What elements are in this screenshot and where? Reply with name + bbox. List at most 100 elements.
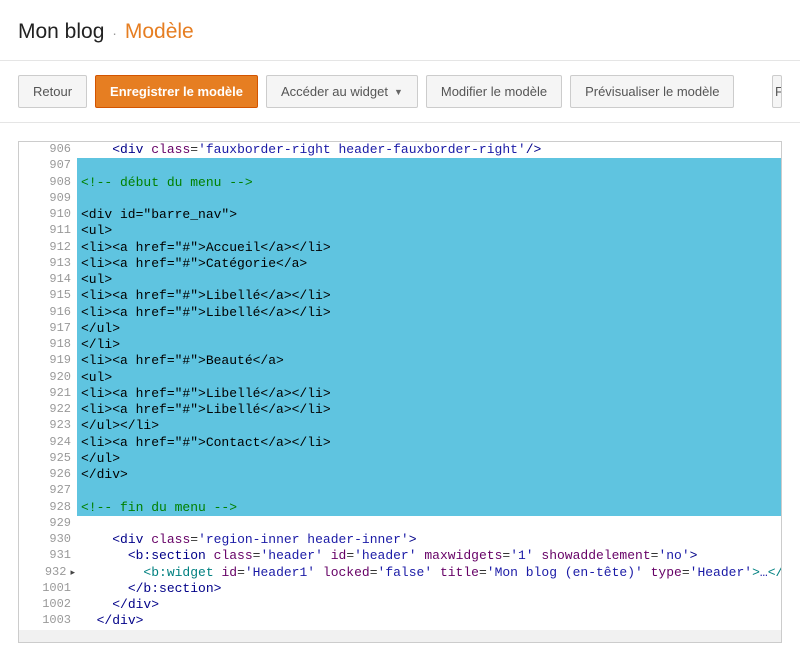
code-line[interactable]: 910<div id="barre_nav"> xyxy=(19,207,781,223)
code-line[interactable]: 931 <b:section class='header' id='header… xyxy=(19,548,781,564)
page-header: Mon blog · Modèle xyxy=(0,0,800,60)
code-line[interactable]: 916<li><a href="#">Libellé</a></li> xyxy=(19,305,781,321)
code-content[interactable] xyxy=(77,158,781,174)
line-number: 914 xyxy=(19,272,77,288)
line-number: 926 xyxy=(19,467,77,483)
code-content[interactable] xyxy=(77,483,781,499)
code-content[interactable]: <!-- début du menu --> xyxy=(77,175,781,191)
code-content[interactable]: <b:section class='header' id='header' ma… xyxy=(77,548,781,564)
code-line[interactable]: 923</ul></li> xyxy=(19,418,781,434)
line-number: 927 xyxy=(19,483,77,499)
code-line[interactable]: 918</li> xyxy=(19,337,781,353)
chevron-down-icon: ▼ xyxy=(394,87,403,97)
line-number: 908 xyxy=(19,175,77,191)
code-line[interactable]: 914<ul> xyxy=(19,272,781,288)
code-content[interactable] xyxy=(77,191,781,207)
code-content[interactable]: <li><a href="#">Catégorie</a> xyxy=(77,256,781,272)
line-number: 1001 xyxy=(19,581,77,597)
code-content[interactable]: </li> xyxy=(77,337,781,353)
code-line[interactable]: 913<li><a href="#">Catégorie</a> xyxy=(19,256,781,272)
code-content[interactable]: <li><a href="#">Contact</a></li> xyxy=(77,435,781,451)
line-number: 931 xyxy=(19,548,77,564)
code-editor[interactable]: 906 <div class='fauxborder-right header-… xyxy=(18,141,782,643)
code-content[interactable]: </ul></li> xyxy=(77,418,781,434)
code-content[interactable]: </div> xyxy=(77,467,781,483)
code-content[interactable]: <ul> xyxy=(77,272,781,288)
code-line[interactable]: 919<li><a href="#">Beauté</a> xyxy=(19,353,781,369)
horizontal-scrollbar[interactable] xyxy=(19,630,781,642)
code-line[interactable]: 911<ul> xyxy=(19,223,781,239)
code-content[interactable] xyxy=(77,516,781,532)
code-content[interactable]: <div class='fauxborder-right header-faux… xyxy=(77,142,781,158)
code-content[interactable]: </ul> xyxy=(77,321,781,337)
code-content[interactable]: </ul> xyxy=(77,451,781,467)
right-cut-button[interactable]: F xyxy=(772,75,782,108)
code-content[interactable]: <ul> xyxy=(77,370,781,386)
code-content[interactable]: </div> xyxy=(77,613,781,629)
code-content[interactable]: <li><a href="#">Libellé</a></li> xyxy=(77,386,781,402)
widget-button-label: Accéder au widget xyxy=(281,84,388,99)
code-line[interactable]: 907 xyxy=(19,158,781,174)
code-content[interactable]: <li><a href="#">Libellé</a></li> xyxy=(77,288,781,304)
line-number: 921 xyxy=(19,386,77,402)
code-line[interactable]: 909 xyxy=(19,191,781,207)
line-number: 906 xyxy=(19,142,77,158)
code-line[interactable]: 921<li><a href="#">Libellé</a></li> xyxy=(19,386,781,402)
line-number: 918 xyxy=(19,337,77,353)
code-line[interactable]: 917</ul> xyxy=(19,321,781,337)
line-number: 922 xyxy=(19,402,77,418)
code-content[interactable]: </div> xyxy=(77,597,781,613)
save-template-button[interactable]: Enregistrer le modèle xyxy=(95,75,258,108)
line-number: 909 xyxy=(19,191,77,207)
line-number: 911 xyxy=(19,223,77,239)
code-line[interactable]: 932 <b:widget id='Header1' locked='false… xyxy=(19,565,781,581)
code-content[interactable]: </b:section> xyxy=(77,581,781,597)
code-line[interactable]: 922<li><a href="#">Libellé</a></li> xyxy=(19,402,781,418)
code-line[interactable]: 927 xyxy=(19,483,781,499)
code-line[interactable]: 924<li><a href="#">Contact</a></li> xyxy=(19,435,781,451)
line-number: 924 xyxy=(19,435,77,451)
code-line[interactable]: 915<li><a href="#">Libellé</a></li> xyxy=(19,288,781,304)
line-number: 929 xyxy=(19,516,77,532)
code-content[interactable]: <!-- fin du menu --> xyxy=(77,500,781,516)
code-line[interactable]: 906 <div class='fauxborder-right header-… xyxy=(19,142,781,158)
edit-template-button[interactable]: Modifier le modèle xyxy=(426,75,562,108)
code-line[interactable]: 930 <div class='region-inner header-inne… xyxy=(19,532,781,548)
line-number: 920 xyxy=(19,370,77,386)
line-number: 910 xyxy=(19,207,77,223)
widget-dropdown-button[interactable]: Accéder au widget ▼ xyxy=(266,75,418,108)
code-content[interactable]: <li><a href="#">Libellé</a></li> xyxy=(77,402,781,418)
code-line[interactable]: 920<ul> xyxy=(19,370,781,386)
toolbar: Retour Enregistrer le modèle Accéder au … xyxy=(0,60,800,123)
code-line[interactable]: 925</ul> xyxy=(19,451,781,467)
code-content[interactable]: <li><a href="#">Accueil</a></li> xyxy=(77,240,781,256)
line-number: 907 xyxy=(19,158,77,174)
code-line[interactable]: 1002 </div> xyxy=(19,597,781,613)
code-line[interactable]: 929 xyxy=(19,516,781,532)
line-number: 928 xyxy=(19,500,77,516)
code-line[interactable]: 912<li><a href="#">Accueil</a></li> xyxy=(19,240,781,256)
code-line[interactable]: 1001 </b:section> xyxy=(19,581,781,597)
code-line[interactable]: 908<!-- début du menu --> xyxy=(19,175,781,191)
code-content[interactable]: <li><a href="#">Beauté</a> xyxy=(77,353,781,369)
code-content[interactable]: <li><a href="#">Libellé</a></li> xyxy=(77,305,781,321)
line-number: 925 xyxy=(19,451,77,467)
code-content[interactable]: <div id="barre_nav"> xyxy=(77,207,781,223)
preview-template-button[interactable]: Prévisualiser le modèle xyxy=(570,75,734,108)
code-line[interactable]: 928<!-- fin du menu --> xyxy=(19,500,781,516)
code-line[interactable]: 926</div> xyxy=(19,467,781,483)
blog-title: Mon blog xyxy=(18,20,104,43)
line-number: 912 xyxy=(19,240,77,256)
code-line[interactable]: 1003 </div> xyxy=(19,613,781,629)
line-number: 923 xyxy=(19,418,77,434)
line-number: 930 xyxy=(19,532,77,548)
title-sep: · xyxy=(112,25,117,41)
line-number: 932 xyxy=(19,565,77,581)
line-number: 1003 xyxy=(19,613,77,629)
code-content[interactable]: <ul> xyxy=(77,223,781,239)
back-button[interactable]: Retour xyxy=(18,75,87,108)
code-content[interactable]: <b:widget id='Header1' locked='false' ti… xyxy=(77,565,781,581)
code-content[interactable]: <div class='region-inner header-inner'> xyxy=(77,532,781,548)
line-number: 913 xyxy=(19,256,77,272)
line-number: 919 xyxy=(19,353,77,369)
